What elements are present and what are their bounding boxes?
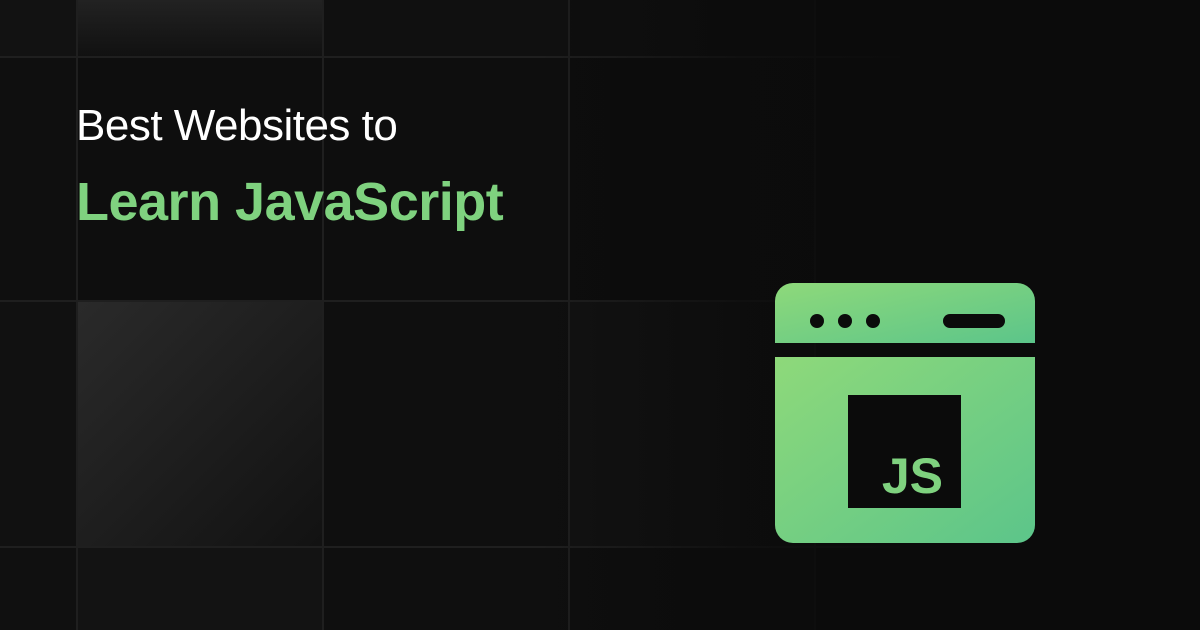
js-browser-icon: JS (775, 283, 1035, 543)
headline-line-1: Best Websites to (76, 101, 398, 150)
headline: Best Websites to Learn JavaScript (76, 96, 504, 234)
window-dot-icon (838, 314, 852, 328)
window-dot-icon (866, 314, 880, 328)
address-bar-icon (943, 314, 1005, 328)
window-dot-icon (810, 314, 824, 328)
banner-canvas: Best Websites to Learn JavaScript JS (0, 0, 1200, 630)
headline-line-2: Learn JavaScript (76, 172, 504, 232)
js-badge-text: JS (882, 448, 943, 504)
